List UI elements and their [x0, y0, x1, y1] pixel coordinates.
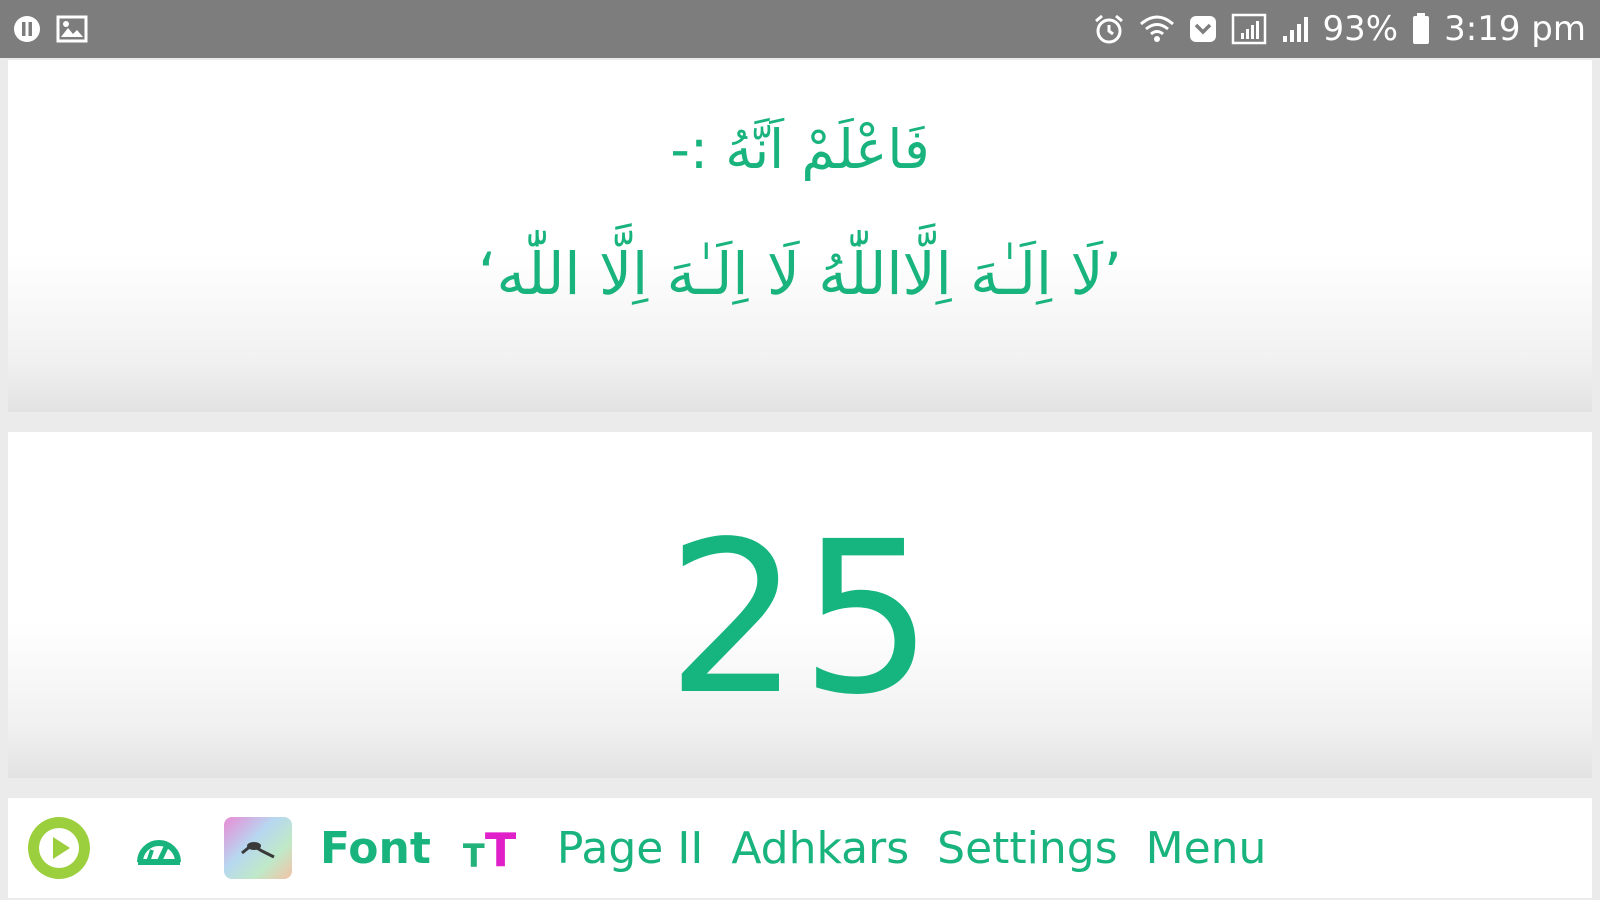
play-button[interactable]: [28, 817, 90, 879]
counter-value: 25: [666, 496, 934, 741]
status-bar: 93% 3:19 pm: [0, 0, 1600, 58]
clock: 3:19 pm: [1444, 9, 1586, 49]
speedometer-icon: [137, 840, 181, 865]
wallpaper-icon: [241, 842, 275, 859]
alarm-icon: [1093, 13, 1125, 45]
signal-bars-icon: [1281, 14, 1313, 44]
speed-button[interactable]: [134, 828, 184, 868]
page-ii-button[interactable]: Page II: [557, 823, 703, 874]
play-icon: [30, 819, 88, 877]
dhikr-line-2: ’لَا اِلَـٰهَ اِلَّااللّٰهُ لَا اِلَـٰهَ…: [478, 240, 1122, 308]
dhikr-text-panel: فَاعْلَمْ اَنَّهُ :- ’لَا اِلَـٰهَ اِلَّ…: [8, 60, 1592, 412]
text-size-large-icon: T: [484, 823, 517, 877]
bottom-toolbar: Font T T Page II Adhkars Settings Menu: [8, 798, 1592, 898]
menu-button[interactable]: Menu: [1146, 823, 1267, 874]
counter-panel[interactable]: 25: [8, 432, 1592, 778]
text-size-button[interactable]: T T: [462, 823, 523, 877]
text-size-small-icon: T: [462, 837, 485, 875]
dhikr-line-1: فَاعْلَمْ اَنَّهُ :-: [670, 118, 930, 181]
pause-icon: [12, 14, 42, 44]
pocket-icon: [1189, 15, 1217, 43]
battery-percent: 93%: [1322, 9, 1399, 49]
status-bar-left: [12, 14, 88, 44]
signal-box-icon: [1231, 13, 1267, 45]
background-button[interactable]: [224, 817, 292, 879]
font-button[interactable]: Font: [320, 823, 431, 874]
adhkars-button[interactable]: Adhkars: [731, 823, 909, 874]
battery-icon: [1412, 13, 1430, 45]
image-icon: [56, 15, 88, 43]
settings-button[interactable]: Settings: [937, 823, 1117, 874]
status-bar-right: 93% 3:19 pm: [1093, 9, 1586, 49]
wifi-icon: [1139, 14, 1175, 44]
